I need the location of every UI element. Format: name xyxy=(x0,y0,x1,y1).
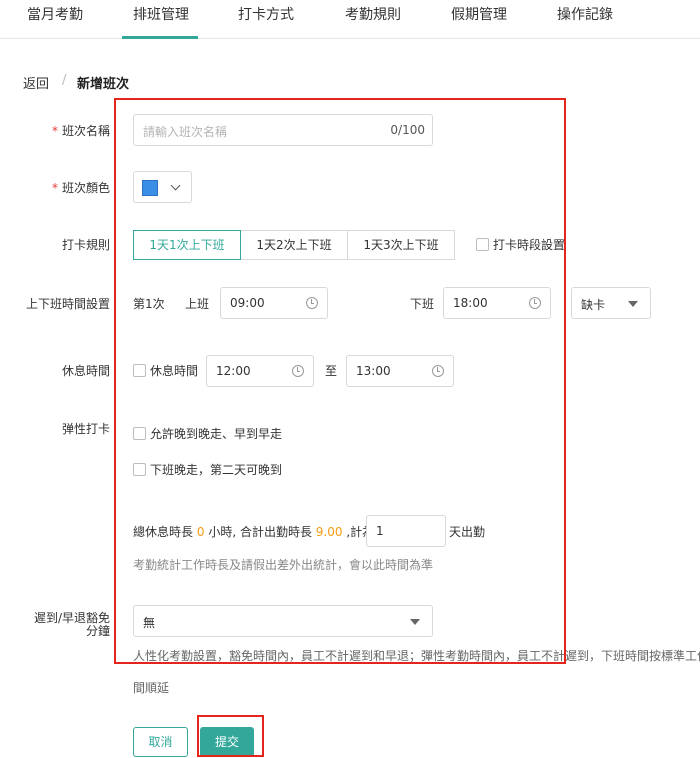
required-mark: * xyxy=(51,181,58,195)
tab-attendance-rules[interactable]: 考勤規則 xyxy=(345,0,401,39)
submit-button[interactable]: 提交 xyxy=(200,727,254,757)
absence-select-value: 缺卡 xyxy=(581,298,606,312)
caret-down-icon xyxy=(628,301,638,307)
late-early-label-line2: 分鐘 xyxy=(85,624,110,638)
clock-icon xyxy=(529,297,541,309)
flex-option-2-label: 下班晚走，第二天可晚到 xyxy=(150,463,283,477)
rest-hours-value: 0 xyxy=(196,525,205,539)
flexible-punch-label: 弹性打卡 xyxy=(61,422,110,436)
attendance-days-input[interactable]: 1 xyxy=(366,515,446,547)
rest-time-checkbox-label: 休息時間 xyxy=(150,364,199,378)
on-duty-label: 上班 xyxy=(185,297,210,311)
punch-rule-option-1[interactable]: 1天1次上下班 xyxy=(133,230,241,260)
work-hours-value: 9.00 xyxy=(315,525,343,539)
punch-period-label: 打卡時段設置 xyxy=(493,238,566,252)
rest-time-checkbox[interactable] xyxy=(133,364,146,377)
off-duty-time-input[interactable]: 18:00 xyxy=(443,287,551,319)
work-time-label: 上下班時間設置 xyxy=(25,297,110,311)
late-early-exemption-label: 遲到/早退豁免 分鐘 xyxy=(0,612,110,638)
shift-name-label: * 班次名稱 xyxy=(0,122,110,139)
punch-rule-label: 打卡規則 xyxy=(61,238,110,252)
punch-rule-option-3[interactable]: 1天3次上下班 xyxy=(347,230,455,260)
rest-start-value: 12:00 xyxy=(216,364,251,378)
absence-select[interactable]: 缺卡 xyxy=(571,287,651,319)
tab-punch-method[interactable]: 打卡方式 xyxy=(238,0,294,39)
range-to-label: 至 xyxy=(325,364,338,378)
shift-name-label-text: 班次名稱 xyxy=(61,124,110,138)
page-title: 新增班次 xyxy=(77,77,130,92)
summary-mid: 小時, 合計出勤時長 xyxy=(208,525,312,539)
on-duty-time-input[interactable]: 09:00 xyxy=(220,287,328,319)
flex-option-1-label: 允許晚到晚走、早到早走 xyxy=(150,427,283,441)
on-duty-time-value: 09:00 xyxy=(230,296,265,310)
punch-period-checkbox[interactable] xyxy=(476,238,489,251)
rest-time-label: 休息時間 xyxy=(61,364,110,378)
shift-name-placeholder: 請輸入班次名稱 xyxy=(143,125,228,139)
attendance-summary: 總休息時長 0 小時, 合計出勤時長 9.00 ,計為 xyxy=(133,523,374,540)
punch-rule-option-2[interactable]: 1天2次上下班 xyxy=(240,230,348,260)
shift-color-label-text: 班次顏色 xyxy=(61,181,110,195)
tab-operation-log[interactable]: 操作記錄 xyxy=(557,0,613,39)
flex-option-2-checkbox[interactable] xyxy=(133,463,146,476)
rest-end-value: 13:00 xyxy=(356,364,391,378)
clock-icon xyxy=(432,365,444,377)
tab-monthly-attendance[interactable]: 當月考勤 xyxy=(27,0,83,39)
late-early-label-line1: 遲到/早退豁免 xyxy=(33,611,110,625)
late-early-exemption-select[interactable]: 無 xyxy=(133,605,433,637)
summary-hint: 考勤統計工作時長及請假出差外出統計，會以此時間為準 xyxy=(133,558,434,572)
summary-prefix: 總休息時長 xyxy=(133,525,194,539)
late-early-select-value: 無 xyxy=(143,616,156,630)
required-mark: * xyxy=(51,124,58,138)
tab-leave-management[interactable]: 假期管理 xyxy=(451,0,507,39)
attendance-days-value: 1 xyxy=(376,524,384,538)
caret-down-icon xyxy=(410,619,420,625)
off-duty-time-value: 18:00 xyxy=(453,296,488,310)
late-early-hint-line1: 人性化考勤設置，豁免時間內，員工不計遲到和早退；彈性考勤時間內，員工不計遲到，下… xyxy=(133,649,700,663)
late-early-hint-line2: 間順延 xyxy=(133,681,170,695)
breadcrumb-separator: / xyxy=(62,73,67,88)
breadcrumb-back-link[interactable]: 返回 xyxy=(23,73,49,92)
shift-name-input[interactable]: 請輸入班次名稱 0/100 xyxy=(133,114,433,146)
color-swatch xyxy=(142,180,158,196)
shift-name-char-counter: 0/100 xyxy=(390,123,425,137)
shift-color-label: * 班次顏色 xyxy=(0,179,110,196)
shift-color-picker[interactable] xyxy=(133,171,192,203)
flex-option-1-checkbox[interactable] xyxy=(133,427,146,440)
cancel-button[interactable]: 取消 xyxy=(133,727,188,757)
active-tab-indicator xyxy=(122,36,198,39)
rest-start-time-input[interactable]: 12:00 xyxy=(206,355,314,387)
top-tab-bar: 當月考勤 排班管理 打卡方式 考勤規則 假期管理 操作記錄 xyxy=(0,0,700,39)
clock-icon xyxy=(306,297,318,309)
slot-label: 第1次 xyxy=(133,297,165,311)
tab-shift-management[interactable]: 排班管理 xyxy=(133,0,189,39)
rest-end-time-input[interactable]: 13:00 xyxy=(346,355,454,387)
chevron-down-icon xyxy=(170,180,181,191)
off-duty-label: 下班 xyxy=(410,297,435,311)
days-suffix: 天出勤 xyxy=(449,525,486,539)
clock-icon xyxy=(292,365,304,377)
